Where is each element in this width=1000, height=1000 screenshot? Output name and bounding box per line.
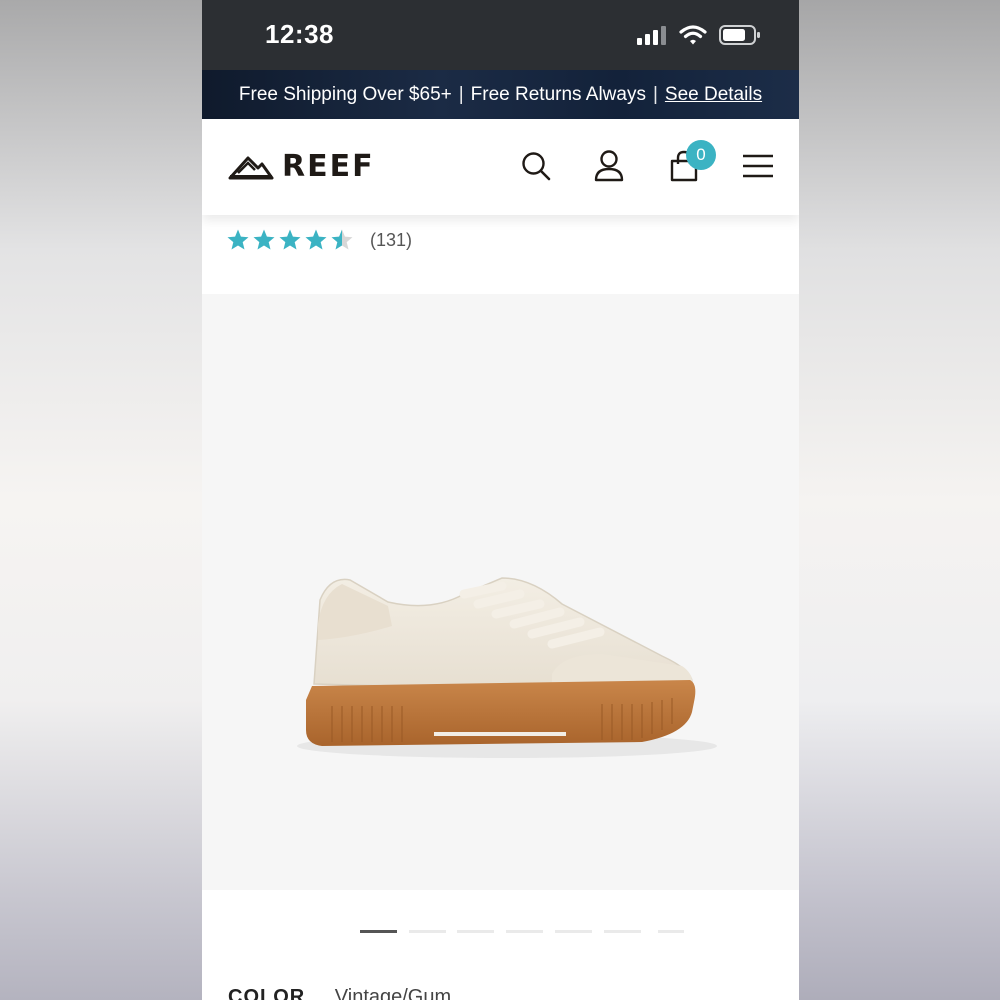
status-bar: 12:38 [202, 0, 799, 70]
rating-stars [226, 228, 354, 252]
wifi-icon [679, 25, 707, 45]
reef-logo-icon [228, 156, 274, 179]
product-image[interactable] [202, 294, 799, 890]
carousel-dot[interactable] [360, 930, 397, 933]
product-rating[interactable]: (131) [226, 228, 412, 252]
status-icons [637, 24, 761, 46]
carousel-dot[interactable] [658, 930, 684, 933]
account-button[interactable] [589, 146, 629, 186]
star-icon [227, 229, 249, 250]
star-icon [305, 229, 327, 250]
backdrop-right [798, 0, 1000, 1000]
review-count[interactable]: (131) [370, 230, 412, 251]
carousel-dot[interactable] [409, 930, 446, 933]
brand-name: REEF [282, 149, 375, 184]
carousel-dot[interactable] [555, 930, 592, 933]
carousel-dot[interactable] [506, 930, 543, 933]
menu-icon [743, 154, 773, 178]
search-button[interactable] [516, 146, 556, 186]
backdrop-left [0, 0, 202, 1000]
image-carousel-dots [202, 930, 799, 938]
cart-button[interactable]: 0 [664, 140, 716, 186]
color-value: Vintage/Gum [334, 986, 452, 1000]
promo-returns: Free Returns Always [470, 83, 646, 105]
status-time: 12:38 [265, 19, 334, 49]
promo-bar: Free Shipping Over $65+ | Free Returns A… [202, 70, 799, 119]
promo-separator: | [652, 83, 658, 105]
product-photo [297, 577, 717, 758]
account-icon [594, 150, 624, 182]
promo-shipping: Free Shipping Over $65+ [238, 83, 452, 105]
carousel-dot[interactable] [604, 930, 641, 933]
search-icon [522, 152, 551, 181]
color-selector-row: COLOR Vintage/Gum [228, 986, 451, 1000]
carousel-dot[interactable] [457, 930, 494, 933]
color-label: COLOR [228, 986, 306, 1000]
cart-count-badge: 0 [686, 140, 716, 170]
star-icon [279, 229, 301, 250]
site-header: REEF 0 [202, 119, 799, 215]
star-icon [331, 229, 353, 250]
promo-separator: | [458, 83, 464, 105]
phone-screen: 12:38 Free Shipping Over $65+ | Free Ret… [202, 0, 799, 1000]
star-icon [253, 229, 275, 250]
battery-icon [719, 25, 760, 45]
signal-icon [637, 26, 666, 45]
menu-button[interactable] [738, 146, 778, 186]
see-details-link[interactable]: See Details [665, 84, 762, 106]
reef-logo[interactable]: REEF [228, 149, 375, 184]
